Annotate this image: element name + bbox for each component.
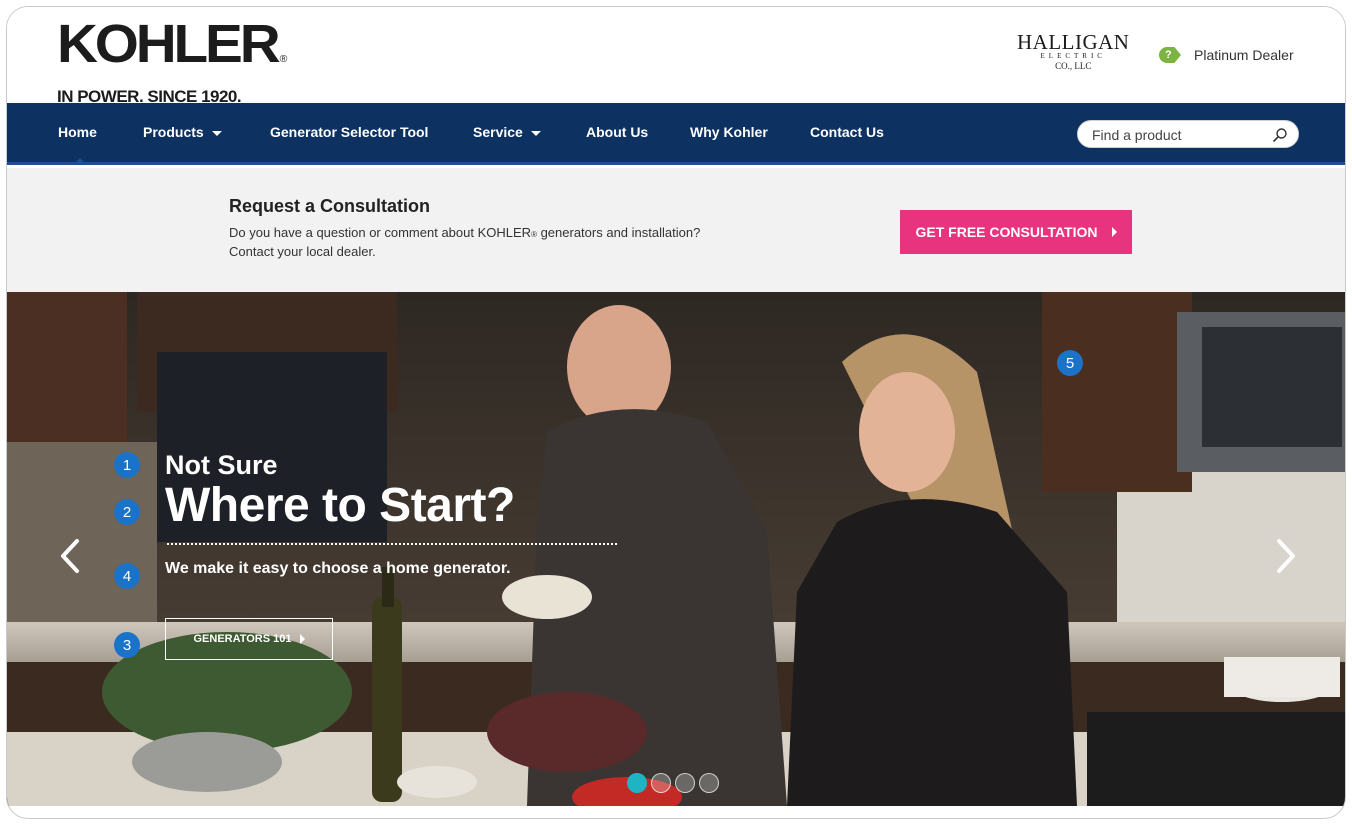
hero-kitchen-image (7, 292, 1345, 806)
search-input[interactable] (1092, 125, 1262, 145)
consultation-text-part2: generators and installation? (536, 225, 701, 240)
chevron-right-icon[interactable] (1273, 538, 1299, 574)
help-badge-icon: ? (1159, 47, 1181, 63)
site-header: KOHLER ® IN POWER. SINCE 1920. HALLIGAN E… (7, 7, 1345, 106)
consultation-text-part1: Do you have a question or comment about … (229, 225, 532, 240)
nav-products-label: Products (143, 124, 204, 140)
nav-generator-selector[interactable]: Generator Selector Tool (270, 124, 428, 140)
hero-carousel: 1 2 3 4 5 Not Sure Where to Start? We ma… (7, 292, 1345, 806)
carousel-pagination (627, 773, 719, 793)
caret-down-icon (211, 130, 222, 136)
chevron-left-icon[interactable] (57, 538, 83, 574)
nav-service-label: Service (473, 124, 523, 140)
consultation-text: Do you have a question or comment about … (229, 224, 849, 260)
hero-divider (167, 543, 617, 545)
dealer-logo-name: HALLIGAN (1017, 30, 1130, 54)
active-nav-indicator (74, 158, 86, 164)
caret-right-icon (1111, 227, 1117, 237)
consultation-banner: Request a Consultation Do you have a que… (7, 168, 1345, 292)
nav-products[interactable]: Products (143, 124, 222, 140)
carousel-dot-1[interactable] (627, 773, 647, 793)
browser-frame: KOHLER ® IN POWER. SINCE 1920. HALLIGAN E… (6, 6, 1346, 819)
kohler-logo[interactable]: KOHLER ® IN POWER. SINCE 1920. (57, 17, 287, 107)
caret-right-icon (299, 634, 305, 644)
nav-contact-us[interactable]: Contact Us (810, 124, 884, 140)
carousel-dot-2[interactable] (651, 773, 671, 793)
logo-wordmark: KOHLER (57, 14, 281, 74)
main-nav: Home Products Generator Selector Tool Se… (7, 103, 1345, 165)
annotation-marker-5: 5 (1057, 350, 1083, 376)
search-icon[interactable] (1272, 127, 1288, 143)
nav-about-us[interactable]: About Us (586, 124, 648, 140)
consultation-button-label: GET FREE CONSULTATION (915, 224, 1098, 240)
dealer-status-label: Platinum Dealer (1194, 47, 1294, 63)
annotation-marker-4: 4 (114, 563, 140, 589)
consultation-title: Request a Consultation (229, 196, 431, 216)
nav-home[interactable]: Home (58, 124, 97, 140)
hero-tagline: We make it easy to choose a home generat… (165, 560, 511, 577)
annotation-marker-2: 2 (114, 499, 140, 525)
dealer-logo-sub2: CO., LLC (1055, 61, 1092, 71)
nav-service[interactable]: Service (473, 124, 541, 140)
platinum-dealer-badge[interactable]: ? Platinum Dealer (1159, 47, 1294, 63)
carousel-dot-3[interactable] (675, 773, 695, 793)
consultation-text-line2: Contact your local dealer. (229, 244, 376, 259)
nav-why-kohler[interactable]: Why Kohler (690, 124, 768, 140)
get-free-consultation-button[interactable]: GET FREE CONSULTATION (900, 210, 1132, 254)
annotation-marker-3: 3 (114, 632, 140, 658)
registered-mark: ® (279, 54, 288, 65)
dealer-logo[interactable]: HALLIGAN ELECTRIC CO., LLC (1017, 30, 1130, 72)
search-box (1077, 120, 1299, 148)
carousel-dot-4[interactable] (699, 773, 719, 793)
caret-down-icon (530, 130, 541, 136)
hero-subheading: Not Sure (165, 450, 278, 480)
hero-heading: Where to Start? (165, 479, 515, 532)
annotation-marker-1: 1 (114, 452, 140, 478)
generators-101-label: GENERATORS 101 (193, 633, 292, 645)
generators-101-button[interactable]: GENERATORS 101 (165, 618, 333, 660)
